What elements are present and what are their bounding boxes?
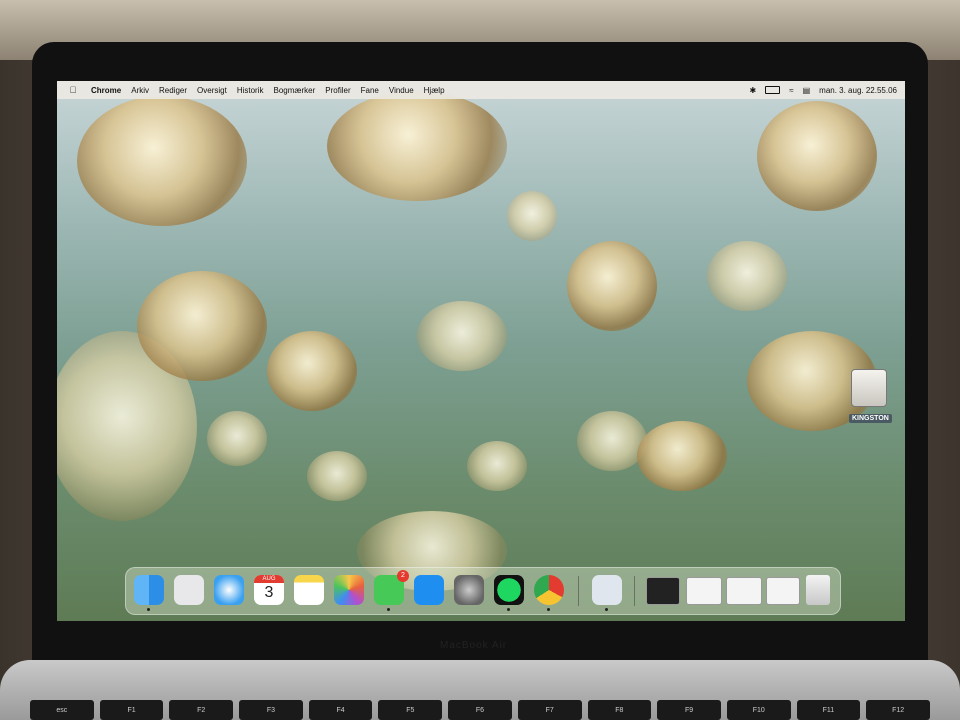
calendar-day: 3: [264, 584, 274, 601]
app-store-icon[interactable]: [414, 575, 444, 605]
dock-divider: [578, 576, 579, 606]
calendar-icon[interactable]: AUG 3: [254, 575, 284, 605]
wifi-icon[interactable]: ≈: [789, 86, 793, 95]
menu-bar:  Chrome Arkiv Rediger Oversigt Historik…: [57, 81, 905, 99]
jellyfish: [637, 421, 727, 491]
launchpad-icon[interactable]: [174, 575, 204, 605]
key-f12: F12: [866, 700, 930, 720]
menu-oversigt[interactable]: Oversigt: [197, 86, 227, 95]
bluetooth-icon[interactable]: ✱: [750, 86, 757, 95]
minimized-window[interactable]: [726, 577, 762, 605]
key-f11: F11: [796, 700, 861, 720]
trash-icon[interactable]: [806, 575, 830, 605]
jellyfish: [327, 91, 507, 201]
key-f1: F1: [99, 700, 164, 720]
jellyfish: [757, 101, 877, 211]
battery-icon[interactable]: [765, 86, 781, 94]
menu-rediger[interactable]: Rediger: [159, 86, 187, 95]
jellyfish: [417, 301, 507, 371]
status-area: ✱ ≈ ▤ man. 3. aug. 22.55.06: [750, 86, 898, 95]
menu-historik[interactable]: Historik: [237, 86, 264, 95]
minimized-window[interactable]: [766, 577, 800, 605]
menu-hjaelp[interactable]: Hjælp: [424, 86, 445, 95]
menu-bogmaerker[interactable]: Bogmærker: [274, 86, 316, 95]
finder-icon[interactable]: [134, 575, 164, 611]
key-f10: F10: [726, 700, 791, 720]
notification-badge: 2: [397, 570, 409, 582]
jellyfish: [507, 191, 557, 241]
jellyfish: [707, 241, 787, 311]
spotify-icon[interactable]: [494, 575, 524, 611]
jellyfish: [567, 241, 657, 331]
apple-icon[interactable]: : [67, 85, 79, 95]
keyboard-function-row: esc F1 F2 F3 F4 F5 F6 F7 F8 F9 F10 F11 F…: [30, 700, 930, 720]
messages-icon[interactable]: 2: [374, 570, 409, 611]
menu-arkiv[interactable]: Arkiv: [131, 86, 149, 95]
minimized-window[interactable]: [646, 577, 680, 605]
notes-icon[interactable]: [294, 575, 324, 605]
jellyfish: [207, 411, 267, 466]
key-f3: F3: [239, 700, 303, 720]
running-indicator: [387, 608, 390, 611]
control-center-icon[interactable]: ▤: [803, 86, 811, 95]
running-indicator: [147, 608, 150, 611]
system-preferences-icon[interactable]: [454, 575, 484, 605]
jellyfish: [307, 451, 367, 501]
menu-fane[interactable]: Fane: [361, 86, 379, 95]
running-indicator: [547, 608, 550, 611]
photos-icon[interactable]: [334, 575, 364, 605]
key-f2: F2: [169, 700, 234, 720]
key-f9: F9: [657, 700, 721, 720]
menu-clock[interactable]: man. 3. aug. 22.55.06: [819, 86, 897, 95]
safari-icon[interactable]: [214, 575, 244, 605]
laptop-model-label: MacBook Air: [440, 640, 508, 651]
running-indicator: [605, 608, 608, 611]
key-f4: F4: [308, 700, 373, 720]
chrome-icon[interactable]: [534, 575, 564, 611]
dock-divider: [634, 576, 635, 606]
menu-app-name[interactable]: Chrome: [91, 86, 121, 95]
jellyfish: [137, 271, 267, 381]
drive-label: KINGSTON: [849, 414, 892, 423]
preview-icon[interactable]: [592, 575, 622, 611]
key-f6: F6: [448, 700, 512, 720]
jellyfish: [467, 441, 527, 491]
jellyfish: [77, 96, 247, 226]
menu-vindue[interactable]: Vindue: [389, 86, 414, 95]
key-f7: F7: [517, 700, 582, 720]
jellyfish: [267, 331, 357, 411]
calendar-month: AUG: [254, 575, 284, 583]
desktop-screen:  Chrome Arkiv Rediger Oversigt Historik…: [57, 81, 905, 621]
key-f8: F8: [587, 700, 652, 720]
key-f5: F5: [378, 700, 443, 720]
dock: AUG 3 2: [125, 567, 841, 615]
kingston-drive[interactable]: KINGSTON: [849, 369, 892, 425]
drive-icon: [851, 369, 887, 407]
menu-profiler[interactable]: Profiler: [325, 86, 350, 95]
key-esc: esc: [30, 700, 94, 720]
jellyfish: [577, 411, 647, 471]
minimized-window[interactable]: [686, 577, 722, 605]
running-indicator: [507, 608, 510, 611]
